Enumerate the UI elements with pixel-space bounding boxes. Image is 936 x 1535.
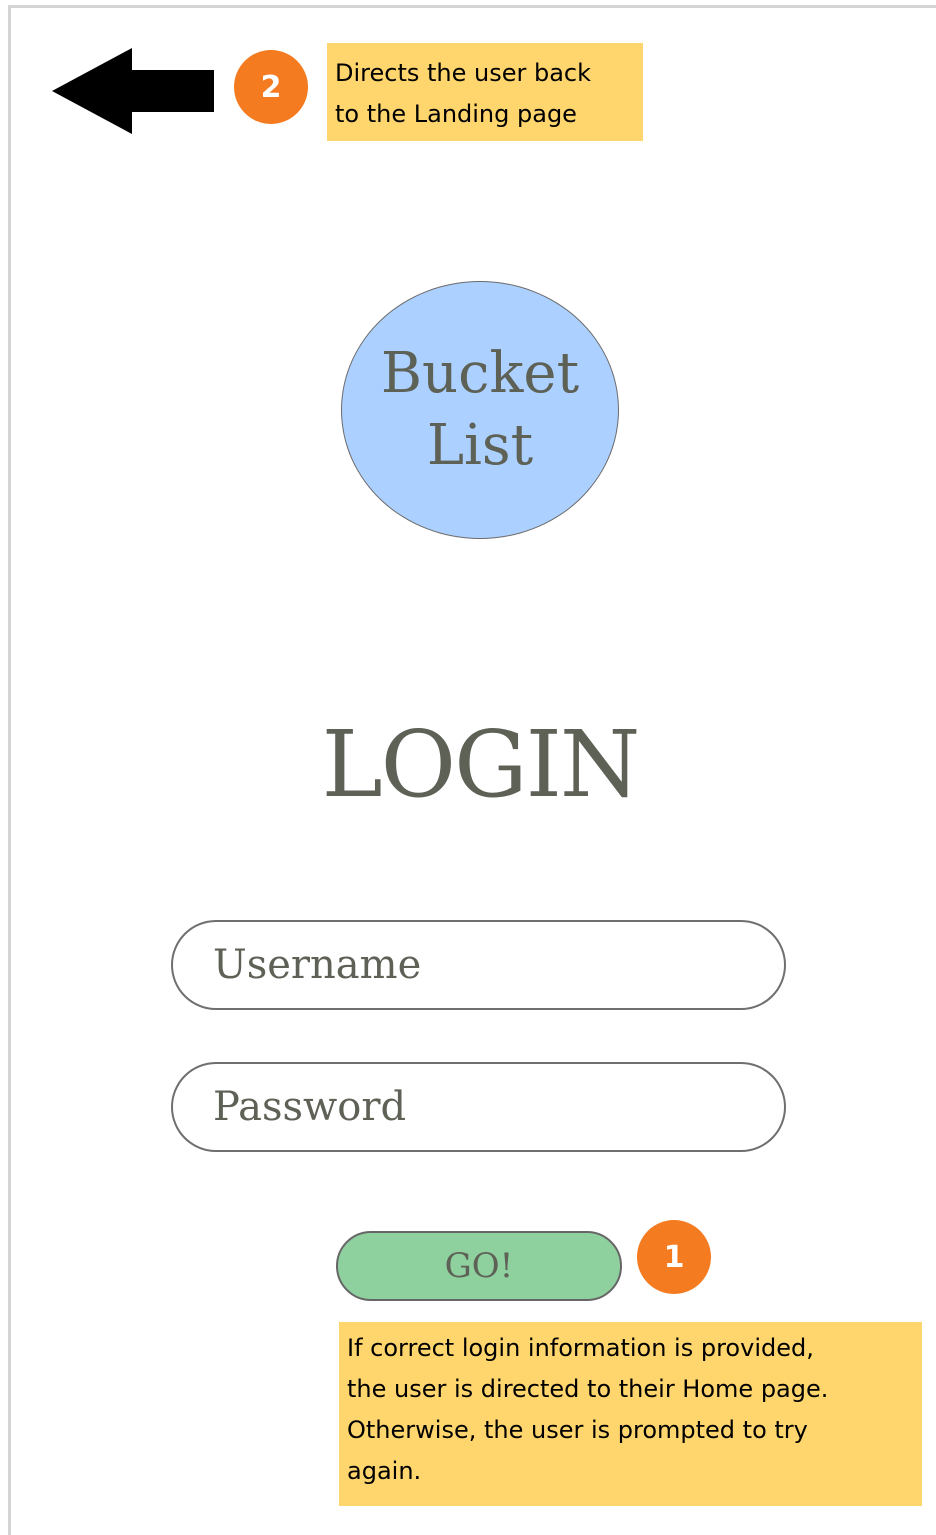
go-button[interactable]: GO!	[336, 1231, 622, 1301]
username-placeholder: Username	[213, 942, 422, 988]
logo-text: Bucket List	[380, 341, 580, 478]
bucket-list-logo: Bucket List	[341, 281, 619, 539]
password-placeholder: Password	[213, 1084, 407, 1130]
annotation-note-submit: If correct login information is provided…	[339, 1322, 922, 1506]
annotation-badge-2: 2	[234, 50, 308, 124]
back-arrow-icon[interactable]	[52, 48, 214, 134]
username-field[interactable]: Username	[171, 920, 786, 1010]
annotation-badge-1: 1	[637, 1220, 711, 1294]
page-title: LOGIN	[321, 711, 641, 818]
password-field[interactable]: Password	[171, 1062, 786, 1152]
go-button-label: GO!	[444, 1246, 514, 1286]
annotation-note-back: Directs the user back to the Landing pag…	[327, 43, 643, 141]
